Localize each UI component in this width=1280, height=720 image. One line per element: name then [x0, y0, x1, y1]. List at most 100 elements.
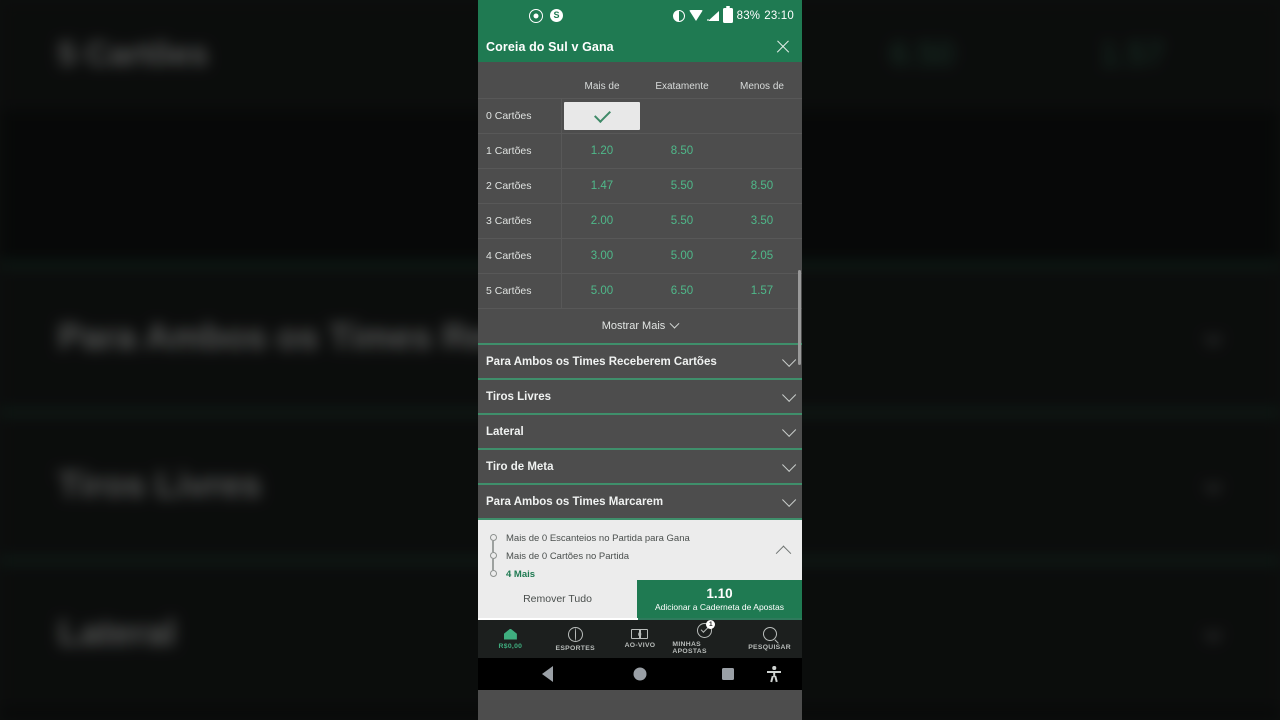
table-header-cell-exatamente: Exatamente [655, 81, 709, 92]
nav-item-ao-vivo[interactable]: AO-VIVO [608, 629, 673, 649]
table-header-cell-mais-de: Mais de [584, 81, 620, 92]
record-icon [529, 8, 543, 23]
table-row: 4 Cartões 3.00 5.00 2.05 [478, 239, 802, 274]
chevron-down-icon [782, 387, 797, 402]
odds-cell[interactable]: 6.50 [642, 274, 722, 308]
nav-item-minhas-apostas[interactable]: 1 MINHAS APOSTAS [672, 620, 737, 655]
chevron-down-icon [782, 422, 797, 437]
bg-odd-value: 6.50 [890, 35, 955, 72]
ball-icon [567, 626, 583, 642]
chevron-down-icon [782, 352, 797, 367]
nav-label: PESQUISAR [748, 644, 791, 651]
modal-app-bar: Coreia do Sul v Gana [478, 31, 802, 62]
odds-cell[interactable]: 3.00 [562, 239, 642, 273]
list-item: Mais de 0 Cartões no Partida [506, 551, 630, 562]
timeline-dot-icon [489, 534, 497, 541]
row-label: 1 Cartões [478, 134, 562, 168]
android-system-nav [478, 658, 802, 690]
accordion-lateral[interactable]: Lateral [478, 415, 802, 450]
signal-icon [706, 10, 719, 21]
screen-root: 5 Cartões 5.00 6.50 1.57 Para Ambos os T… [0, 0, 1280, 720]
chevron-down-icon [669, 318, 680, 329]
recents-square-icon[interactable] [722, 668, 734, 680]
remove-all-button[interactable]: Remover Tudo [478, 580, 637, 618]
nav-item-esportes[interactable]: ESPORTES [543, 626, 608, 652]
row-label: 5 Cartões [478, 274, 562, 308]
scrollbar-thumb[interactable] [798, 270, 801, 365]
nav-label: AO-VIVO [624, 642, 656, 649]
odds-cell[interactable]: 3.50 [722, 204, 802, 238]
odds-cell-selected[interactable] [564, 102, 640, 130]
phone-viewport: S 83% 23:10 Coreia do Sul v Gana Ambos o… [478, 0, 802, 720]
accordion-para-ambos-os-times-marcarem[interactable]: Para Ambos os Times Marcarem [478, 485, 802, 520]
row-label: 0 Cartões [478, 99, 562, 133]
chevron-down-icon: ⌄ [1196, 606, 1230, 650]
check-icon [593, 106, 611, 123]
accordion-label: Tiros Livres [486, 390, 551, 403]
table-row: 3 Cartões 2.00 5.50 3.50 [478, 204, 802, 239]
table-row: 2 Cartões 1.47 5.50 8.50 [478, 169, 802, 204]
clock: 23:10 [764, 9, 794, 22]
odds-cell[interactable]: 5.00 [562, 274, 642, 308]
close-icon[interactable] [774, 38, 792, 56]
s-badge-icon: S [550, 9, 563, 22]
market-selector-label[interactable]: Ambos os Times Combinados [486, 62, 644, 65]
accessibility-icon[interactable] [767, 666, 781, 683]
chevron-down-icon: ⌄ [1196, 310, 1230, 354]
accordion-para-ambos-os-times-receberem-cartoes[interactable]: Para Ambos os Times Receberem Cartões [478, 345, 802, 380]
odds-cell[interactable]: 8.50 [722, 169, 802, 203]
total-odds: 1.10 [706, 585, 733, 601]
odds-cell[interactable]: 2.00 [562, 204, 642, 238]
odds-cell[interactable]: 1.57 [722, 274, 802, 308]
timeline-dot-icon [489, 552, 497, 559]
bottom-navigation-bar: R$0,00 ESPORTES AO-VIVO 1 MINHAS APOSTAS… [478, 618, 802, 658]
page-title: Coreia do Sul v Gana [486, 39, 614, 54]
table-row: 5 Cartões 5.00 6.50 1.57 [478, 274, 802, 309]
accordion-label: Para Ambos os Times Receberem Cartões [486, 355, 717, 368]
accordion-tiro-de-meta[interactable]: Tiro de Meta [478, 450, 802, 485]
odds-cell [722, 134, 802, 168]
accordion-tiros-livres[interactable]: Tiros Livres [478, 380, 802, 415]
odds-cell[interactable]: 8.50 [642, 134, 722, 168]
battery-icon [722, 8, 733, 23]
pitch-icon [631, 629, 649, 639]
home-icon [503, 628, 517, 640]
show-more-label: Mostrar Mais [601, 320, 666, 332]
nav-label: ESPORTES [555, 644, 595, 652]
accordion-label: Lateral [486, 425, 524, 438]
add-to-betslip-label: Adicionar a Caderneta de Apostas [654, 601, 784, 612]
nav-item-pesquisar[interactable]: PESQUISAR [737, 627, 802, 651]
betslip-timeline [486, 530, 500, 577]
chevron-down-icon [782, 457, 797, 472]
odds-cell[interactable]: 5.00 [642, 239, 722, 273]
accordion-label: Tiro de Meta [486, 460, 554, 473]
status-bar-right: 83% 23:10 [672, 8, 794, 23]
odds-cell[interactable]: 2.05 [722, 239, 802, 273]
odds-cell [722, 99, 802, 133]
odds-cell[interactable]: 5.50 [642, 204, 722, 238]
odds-cell[interactable]: 1.20 [562, 134, 642, 168]
show-more-button[interactable]: Mostrar Mais [478, 309, 802, 343]
search-icon [762, 627, 777, 641]
betslip-collapse-button[interactable] [774, 545, 792, 561]
add-to-betslip-button[interactable]: 1.10 Adicionar a Caderneta de Apostas [637, 580, 802, 618]
nav-item-balance[interactable]: R$0,00 [478, 628, 543, 650]
odds-cell[interactable]: 5.50 [642, 169, 722, 203]
betslip-action-bar: Remover Tudo 1.10 Adicionar a Caderneta … [478, 580, 802, 618]
bg-odd-value: 1.57 [1100, 35, 1165, 72]
status-badge: 1 [706, 620, 716, 629]
odds-cell[interactable]: 1.47 [562, 169, 642, 203]
odds-cell [642, 99, 722, 133]
betslip-panel: Mais de 0 Escanteios no Partida para Gan… [478, 520, 802, 580]
home-circle-icon[interactable] [633, 667, 647, 681]
table-row: 0 Cartões [478, 99, 802, 134]
bet-check-icon: 1 [697, 620, 716, 638]
table-header-cell-menos-de: Menos de [740, 81, 784, 92]
bg-row-label: Lateral [58, 612, 177, 653]
back-icon[interactable] [542, 666, 553, 682]
chevron-down-icon: ⌄ [1196, 458, 1230, 502]
timeline-line [492, 541, 494, 552]
bg-row-label: Tiros Livres [58, 464, 262, 505]
market-scroll-area[interactable]: Mais de Exatamente Menos de 0 Cartões 1 … [478, 75, 802, 520]
period-selector-label[interactable]: Partida [746, 62, 783, 65]
